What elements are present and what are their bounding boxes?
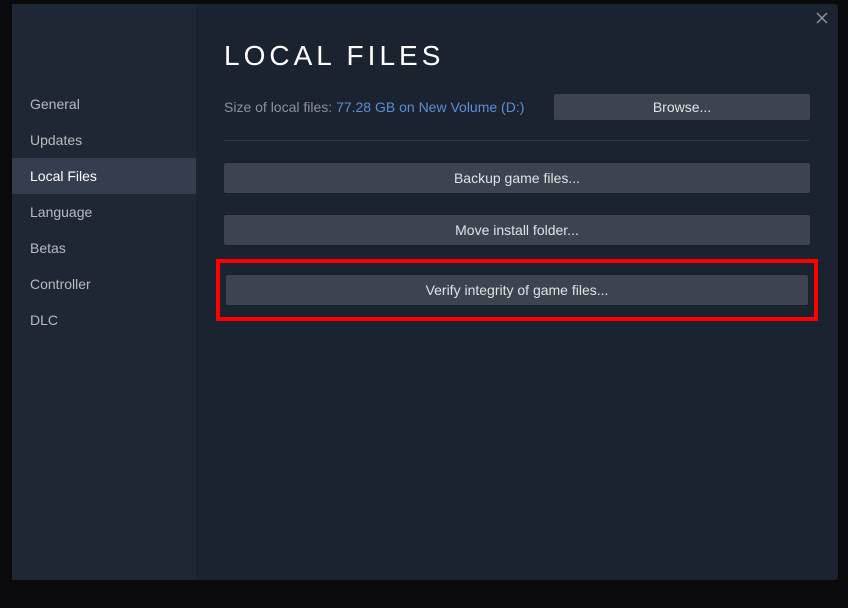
sidebar-item-updates[interactable]: Updates [12, 122, 196, 158]
sidebar-item-local-files[interactable]: Local Files [12, 158, 196, 194]
sidebar-item-language[interactable]: Language [12, 194, 196, 230]
move-button[interactable]: Move install folder... [224, 215, 810, 245]
size-text: Size of local files: 77.28 GB on New Vol… [224, 99, 524, 115]
browse-button[interactable]: Browse... [554, 94, 810, 120]
close-icon [816, 12, 828, 24]
sidebar-item-general[interactable]: General [12, 86, 196, 122]
sidebar: General Updates Local Files Language Bet… [12, 4, 196, 580]
verify-button[interactable]: Verify integrity of game files... [226, 275, 808, 305]
backup-button[interactable]: Backup game files... [224, 163, 810, 193]
sidebar-item-controller[interactable]: Controller [12, 266, 196, 302]
sidebar-item-dlc[interactable]: DLC [12, 302, 196, 338]
size-link[interactable]: 77.28 GB on New Volume (D:) [336, 99, 524, 115]
divider [224, 140, 810, 141]
properties-dialog: General Updates Local Files Language Bet… [12, 4, 838, 580]
page-title: LOCAL FILES [224, 40, 810, 72]
close-button[interactable] [814, 10, 830, 26]
size-label: Size of local files: [224, 99, 336, 115]
sidebar-item-betas[interactable]: Betas [12, 230, 196, 266]
size-row: Size of local files: 77.28 GB on New Vol… [224, 94, 810, 120]
verify-highlight: Verify integrity of game files... [216, 259, 818, 321]
content-panel: LOCAL FILES Size of local files: 77.28 G… [196, 4, 838, 580]
